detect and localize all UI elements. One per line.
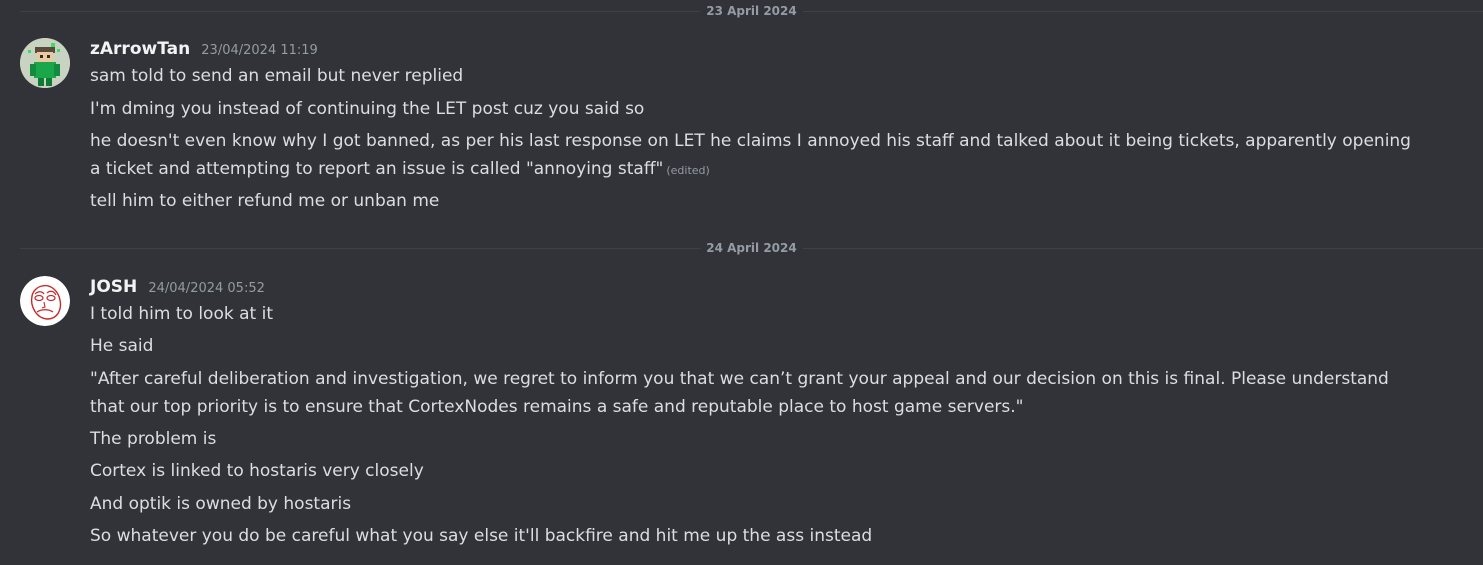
message-line: Cortex is linked to hostaris very closel… xyxy=(90,461,424,481)
message-line: I told him to look at it xyxy=(90,304,273,324)
avatar[interactable] xyxy=(20,38,70,88)
avatar[interactable] xyxy=(20,276,70,326)
username[interactable]: zArrowTan xyxy=(90,39,190,59)
username[interactable]: JOSH xyxy=(90,277,137,297)
message-line: And optik is owned by hostaris xyxy=(90,494,352,514)
message-line: he doesn't even know why I got banned, a… xyxy=(90,127,1423,185)
timestamp: 24/04/2024 05:52 xyxy=(148,281,265,296)
pixel-character-avatar-icon xyxy=(20,38,70,88)
date-divider: 24 April 2024 xyxy=(20,241,1483,255)
message-group: JOSH 24/04/2024 05:52 I told him to look… xyxy=(0,276,1483,561)
message-line: "After careful deliberation and investig… xyxy=(90,369,1389,417)
message-header: JOSH 24/04/2024 05:52 xyxy=(90,277,265,297)
message-line: sam told to send an email but never repl… xyxy=(90,66,464,86)
edited-label: (edited) xyxy=(666,164,710,177)
date-divider-label: 23 April 2024 xyxy=(700,4,803,18)
sketch-face-avatar-icon xyxy=(20,276,70,326)
date-divider: 23 April 2024 xyxy=(20,4,1483,18)
message-text: he doesn't even know why I got banned, a… xyxy=(90,131,1411,179)
message-line: So whatever you do be careful what you s… xyxy=(90,526,873,546)
date-divider-label: 24 April 2024 xyxy=(700,241,803,255)
message-line: tell him to either refund me or unban me xyxy=(90,191,440,211)
message-line: I'm dming you instead of continuing the … xyxy=(90,99,645,119)
message-line: He said xyxy=(90,336,154,356)
message-header: zArrowTan 23/04/2024 11:19 xyxy=(90,39,318,59)
message-group: zArrowTan 23/04/2024 11:19 sam told to s… xyxy=(0,38,1483,218)
timestamp: 23/04/2024 11:19 xyxy=(201,43,318,58)
message-line: The problem is xyxy=(90,429,217,449)
